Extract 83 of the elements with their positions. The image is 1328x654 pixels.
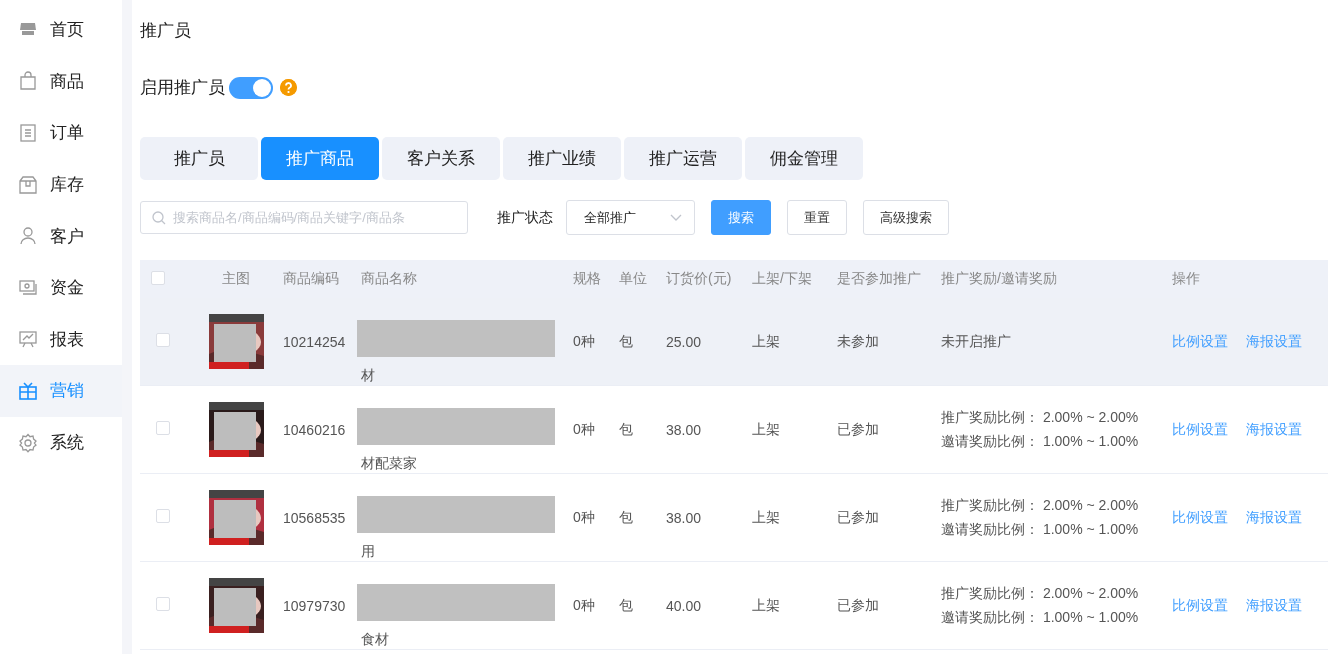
table-cell-text: 已参加 [837,596,880,615]
table-cell-text: 未参加 [837,332,880,351]
column-header: 推广奖励/邀请奖励 [941,270,1058,288]
table-cell-text: 上架 [752,332,781,351]
money-icon [18,277,38,298]
table-cell-text: 包 [619,508,634,527]
table-cell-text: 已参加 [837,508,880,527]
box-icon [18,174,38,195]
reward-text: 邀请奖励比例： 1.00% ~ 1.00% [941,520,1140,539]
table-cell-text: 25.00 [666,333,703,350]
tab[interactable]: 推广业绩 [503,137,621,180]
table-cell-text: 上架 [752,596,781,615]
search-field[interactable]: 搜索商品名/商品编码/商品关键字/商品条 [140,201,468,234]
sidebar-item[interactable]: 订单 [0,107,122,159]
table-cell-text: 10460216 [283,421,347,438]
column-header: 订货价(元) [666,270,733,288]
sidebar-item[interactable]: 报表 [0,313,122,366]
row-checkbox[interactable] [156,597,170,611]
select-all-checkbox[interactable] [151,270,165,285]
column-header: 上架/下架 [752,270,813,288]
document-icon [18,123,38,143]
page-title: 推广员 [140,20,191,42]
table-cell-text: 10214254 [283,333,347,350]
table-cell-text: 上架 [752,420,781,439]
tab[interactable]: 佣金管理 [745,137,863,180]
tab[interactable]: 客户关系 [382,137,500,180]
reward-text: 邀请奖励比例： 1.00% ~ 1.00% [941,608,1140,627]
sidebar-item[interactable]: 资金 [0,261,122,314]
column-header: 主图 [221,270,251,288]
table-cell-text: 包 [619,596,634,615]
product-name: 材 [361,367,376,385]
table-cell-text: 0种 [573,508,596,527]
row-checkbox[interactable] [156,333,170,347]
status-label: 推广状态 [497,208,553,227]
reward-text: 推广奖励比例： 2.00% ~ 2.00% [941,408,1140,427]
sidebar-item[interactable]: 商品 [0,55,122,108]
sidebar-item[interactable]: 客户 [0,210,122,262]
column-header: 操作 [1172,270,1201,288]
advanced-search-button[interactable]: 高级搜索 [863,200,949,235]
product-name: 材配菜家 [361,455,418,473]
tab[interactable]: 推广员 [140,137,258,180]
table-cell-text: 0种 [573,332,596,351]
reward-text: 推广奖励比例： 2.00% ~ 2.00% [941,496,1140,515]
table-cell-text: 0种 [573,596,596,615]
reward-text: 邀请奖励比例： 1.00% ~ 1.00% [941,432,1140,451]
settings-icon [18,432,38,453]
search-icon [152,211,166,225]
table-row[interactable]: 10214254 材 0种 包 25.00 上架 未参加 未开启推广 比例设置 海报设置 [140,298,1328,386]
sidebar-item[interactable]: 首页 [0,4,122,56]
chevron-down-icon [670,213,682,222]
chart-board-icon [18,329,38,350]
column-header: 是否参加推广 [837,270,922,288]
row-checkbox[interactable] [156,421,170,435]
table-cell-text: 40.00 [666,597,703,614]
toggle-switch[interactable] [229,76,273,99]
product-name: 用 [361,543,376,561]
table-cell-text: 包 [619,332,634,351]
product-name: 食材 [361,631,390,649]
status-dropdown[interactable]: 全部推广 [566,200,695,235]
table-cell-text: 0种 [573,420,596,439]
column-header: 商品编码 [283,270,340,288]
row-checkbox[interactable] [156,509,170,523]
column-header: 商品名称 [361,270,418,288]
sidebar-item[interactable]: 系统 [0,416,122,469]
enable-label: 启用推广员 [140,77,225,99]
column-header: 规格 [573,270,602,288]
user-icon [18,226,38,247]
table-cell-text: 已参加 [837,420,880,439]
table-cell-text: 上架 [752,508,781,527]
reset-button[interactable]: 重置 [787,200,847,235]
table-cell-text: 包 [619,420,634,439]
table-cell-text: 38.00 [666,421,703,438]
table-cell-text: 38.00 [666,509,703,526]
reward-text: 推广奖励比例： 2.00% ~ 2.00% [941,584,1140,603]
table-cell-text: 10568535 [283,509,347,526]
column-header: 单位 [619,270,648,288]
tab[interactable]: 推广运营 [624,137,742,180]
gift-icon [18,380,38,401]
reward-text: 未开启推广 [941,332,1012,351]
table-cell-text: 10979730 [283,597,347,614]
help-icon[interactable] [280,79,297,96]
shopping-bag-icon [18,71,38,92]
sidebar-item[interactable]: 库存 [0,158,122,211]
